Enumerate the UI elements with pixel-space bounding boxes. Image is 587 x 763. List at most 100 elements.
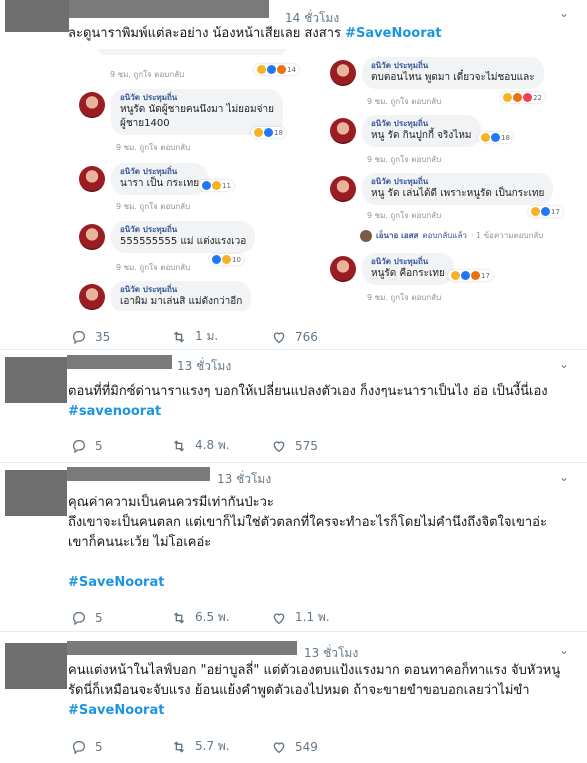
fb-reactions: 18 — [478, 132, 513, 143]
reply-button[interactable]: 5 — [71, 610, 171, 626]
tweet-image[interactable]: 9 ชม. ถูกใจ ตอบกลับ 14 อนิวัต ประทุมถิ่น… — [68, 49, 578, 311]
fb-comment-text: ตบตอนไหน พูดมา เดี๋ยวจะไม่ชอบและ — [371, 72, 535, 83]
chevron-down-icon[interactable]: ⌄ — [559, 357, 569, 371]
retweet-icon — [173, 740, 185, 753]
redacted-handle — [67, 355, 172, 369]
like-count: 1.1 พ. — [295, 610, 330, 624]
reply-count: · 1 ข้อความตอบกลับ — [470, 231, 544, 240]
fb-comment-actions: 9 ชม. ถูกใจ ตอบกลับ — [367, 97, 442, 106]
fb-reactions: 17 — [528, 206, 563, 217]
fb-comment-actions: 9 ชม. ถูกใจ ตอบกลับ — [116, 202, 191, 211]
fb-commenter-name: อนิวัต ประทุมถิ่น — [371, 61, 429, 70]
reply-button[interactable]: 35 — [71, 329, 171, 345]
retweet-button[interactable]: 1 ม. — [171, 327, 271, 346]
fb-comment-actions: 9 ชม. ถูกใจ ตอบกลับ — [367, 211, 442, 220]
redacted-handle — [67, 467, 210, 481]
fb-reactions: 17 — [448, 270, 493, 281]
fb-comment-text: หนู รัด เล่นได้ดี เพราะหนูรัด เป็นกระเทย — [371, 188, 545, 199]
fb-avatar — [79, 284, 105, 310]
fb-comment: อนิวัต ประทุมถิ่น นารา เป็น กระเทย 11 9 … — [79, 163, 319, 211]
fb-comment-bubble: อนิวัต ประทุมถิ่น เอาผิม มาเล่นสิ แม่ดัง… — [111, 281, 252, 311]
retweet-button[interactable]: 4.8 พ. — [171, 436, 271, 455]
fb-reaction-count: 22 — [533, 93, 542, 102]
tweet-1[interactable]: 14 ชั่วโมง ⌄ ละดูนาราพิมพ์แต่ละอย่าง น้อ… — [0, 0, 587, 350]
fb-avatar — [79, 224, 105, 250]
hashtag-link[interactable]: #savenoorat — [68, 404, 161, 419]
redacted-handle — [69, 0, 269, 18]
fb-commenter-name: อนิวัต ประทุมถิ่น — [120, 167, 178, 176]
fb-reactions: 22 — [500, 92, 545, 103]
tweet-2[interactable]: 13 ชั่วโมง ⌄ ตอนที่ที่มิกซ์ด่านาราแรงๆ บ… — [0, 351, 587, 463]
fb-comment: อนิวัต ประทุมถิ่น หนู รัด เล่นได้ดี เพรา… — [330, 173, 578, 221]
reply-action: ตอบกลับแล้ว — [422, 231, 467, 240]
fb-comment-bubble: อนิวัต ประทุมถิ่น 555555555 แม่ แต่งแรงเ… — [111, 221, 256, 253]
chevron-down-icon[interactable]: ⌄ — [559, 470, 569, 484]
fb-comment-bubble: อนิวัต ประทุมถิ่น นารา เป็น กระเทย — [111, 163, 209, 195]
fb-avatar — [330, 118, 356, 144]
like-button[interactable]: 766 — [271, 329, 371, 345]
tweet-4[interactable]: 13 ชั่วโมง ⌄ คนแต่งหน้าในไลฟ์บอก "อย่าบู… — [0, 633, 587, 763]
fb-commenter-name: อนิวัต ประทุมถิ่น — [120, 285, 178, 294]
tweet-body: ตอนที่ที่มิกซ์ด่านาราแรงๆ บอกให้เปลี่ยนแ… — [68, 384, 548, 399]
fb-comment: 9 ชม. ถูกใจ ตอบกลับ 14 — [68, 49, 318, 81]
tweet-time[interactable]: 13 ชั่วโมง — [177, 357, 231, 376]
hashtag-link[interactable]: #SaveNoorat — [68, 703, 164, 718]
tweet-3[interactable]: 13 ชั่วโมง ⌄ คุณค่าความเป็นคนควรมีเท่ากั… — [0, 464, 587, 632]
fb-reaction-count: 10 — [232, 255, 241, 264]
retweet-button[interactable]: 6.5 พ. — [171, 608, 271, 627]
chevron-down-icon[interactable]: ⌄ — [559, 6, 569, 20]
fb-comment: อนิวัต ประทุมถิ่น เอาผิม มาเล่นสิ แม่ดัง… — [79, 281, 319, 311]
tweet-body-line-1: คุณค่าความเป็นคนควรมีเท่ากันป่ะวะ — [68, 495, 274, 510]
redacted-avatar — [5, 643, 67, 689]
tweet-text: ละดูนาราพิมพ์แต่ละอย่าง น้องหน้าเสียเลย … — [68, 24, 442, 44]
fb-reply-summary[interactable]: เอ็นาอ เอสส ตอบกลับแล้ว · 1 ข้อความตอบกล… — [360, 229, 543, 242]
retweet-icon — [173, 330, 185, 343]
retweet-count: 4.8 พ. — [195, 438, 230, 452]
fb-comment-actions: 9 ชม. ถูกใจ ตอบกลับ — [116, 263, 191, 272]
hashtag-link[interactable]: #SaveNoorat — [68, 575, 164, 590]
heart-icon — [273, 440, 285, 452]
fb-comment: อนิวัต ประทุมถิ่น หนู รัด กินปูกกี้ จริง… — [330, 115, 578, 165]
fb-comment-text: นารา เป็น กระเทย — [120, 178, 200, 189]
retweet-icon — [173, 611, 185, 624]
tweet-actions: 5 6.5 พ. 1.1 พ. — [71, 608, 371, 627]
retweet-button[interactable]: 5.7 พ. — [171, 737, 271, 756]
fb-comment-bubble — [98, 49, 286, 55]
heart-icon — [273, 331, 285, 343]
like-button[interactable]: 1.1 พ. — [271, 608, 371, 627]
tweet-text: คุณค่าความเป็นคนควรมีเท่ากันป่ะวะ ถึงเขา… — [68, 493, 580, 593]
fb-comment-text: หนูรัด นัดผู้ชายคนนึงมา ไม่ยอมจ่าย — [120, 104, 274, 115]
reply-count: 5 — [95, 739, 103, 754]
fb-comment-bubble: อนิวัต ประทุมถิ่น ตบตอนไหน พูดมา เดี๋ยวจ… — [362, 57, 544, 89]
tweet-time[interactable]: 13 ชั่วโมง — [217, 470, 271, 489]
retweet-count: 1 ม. — [195, 329, 219, 343]
fb-comment-text: 555555555 แม่ แต่งแรงเวอ — [120, 236, 247, 247]
hashtag-link[interactable]: #SaveNoorat — [345, 26, 441, 41]
fb-commenter-name: อนิวัต ประทุมถิ่น — [120, 225, 178, 234]
tweet-body-line-2: ถึงเขาจะเป็นคนตลก แต่เขาก็ไม่ใช่ตัวตลกที… — [68, 515, 547, 530]
fb-commenter-name: อนิวัต ประทุมถิ่น — [371, 177, 429, 186]
fb-comment-text: หนูรัด คือกระเทย — [371, 268, 445, 279]
fb-comment-bubble: อนิวัต ประทุมถิ่น หนู รัด เล่นได้ดี เพรา… — [362, 173, 554, 205]
fb-comment-bubble: อนิวัต ประทุมถิ่น หนู รัด กินปูกกี้ จริง… — [362, 115, 481, 147]
reply-icon — [72, 611, 85, 625]
tweet-actions: 35 1 ม. 766 — [71, 327, 371, 346]
fb-comment-actions: 9 ชม. ถูกใจ ตอบกลับ — [116, 143, 191, 152]
reply-count: 35 — [95, 329, 111, 344]
fb-comment: อนิวัต ประทุมถิ่น ตบตอนไหน พูดมา เดี๋ยวจ… — [330, 57, 578, 107]
tweet-actions: 5 5.7 พ. 549 — [71, 737, 371, 756]
fb-reactions: 14 — [254, 64, 299, 75]
tweet-actions: 5 4.8 พ. 575 — [71, 436, 371, 455]
reply-button[interactable]: 5 — [71, 739, 171, 755]
comments-right-column: อนิวัต ประทุมถิ่น ตบตอนไหน พูดมา เดี๋ยวจ… — [330, 49, 578, 311]
reply-button[interactable]: 5 — [71, 438, 171, 454]
tweet-text: ตอนที่ที่มิกซ์ด่านาราแรงๆ บอกให้เปลี่ยนแ… — [68, 382, 578, 422]
like-button[interactable]: 575 — [271, 438, 371, 454]
fb-avatar — [330, 176, 356, 202]
like-button[interactable]: 549 — [271, 739, 371, 755]
fb-reaction-count: 18 — [274, 128, 283, 137]
tweet-text: คนแต่งหน้าในไลฟ์บอก "อย่าบูลลี่" แต่ตัวเ… — [68, 661, 580, 721]
chevron-down-icon[interactable]: ⌄ — [559, 643, 569, 657]
tweet-body: ละดูนาราพิมพ์แต่ละอย่าง น้องหน้าเสียเลย … — [68, 26, 341, 41]
fb-reaction-count: 11 — [222, 181, 231, 190]
